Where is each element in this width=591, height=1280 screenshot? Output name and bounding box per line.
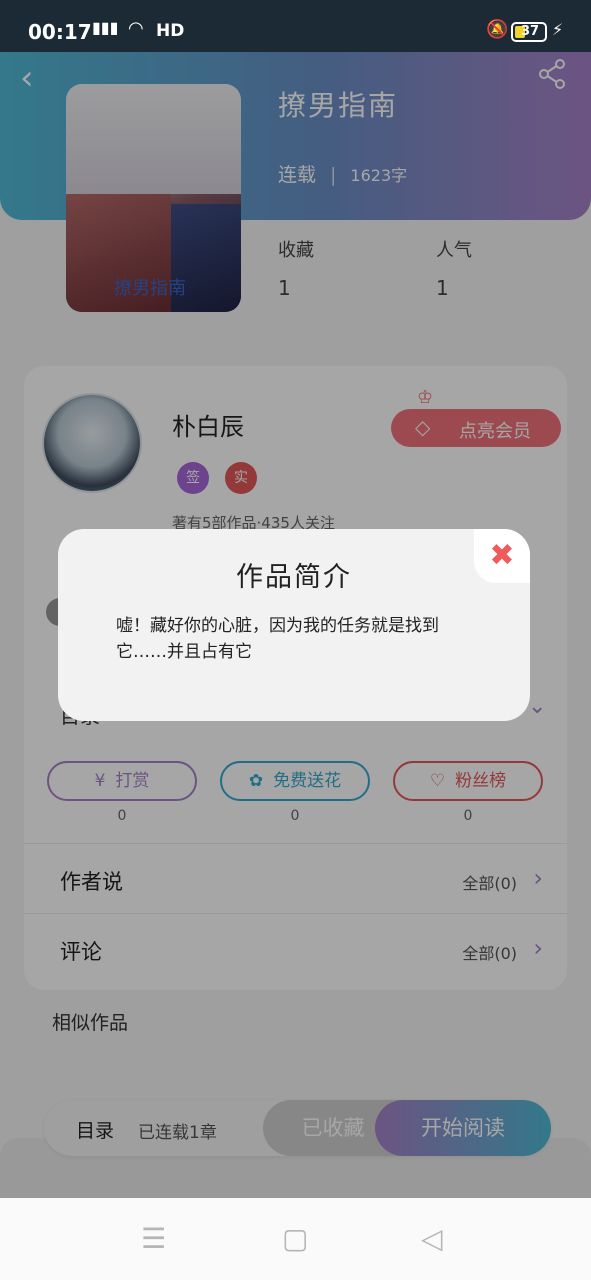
- hd-indicator: HD: [156, 21, 185, 41]
- signal-icon: ▮▮▮: [92, 18, 119, 37]
- modal-body: 嘘！藏好你的心脏，因为我的任务就是找到它……并且占有它: [116, 616, 439, 662]
- home-icon[interactable]: ▢: [282, 1222, 308, 1255]
- back-triangle-icon[interactable]: ◁: [421, 1222, 443, 1255]
- menu-icon[interactable]: ☰: [141, 1222, 166, 1255]
- battery-icon: 37: [511, 22, 547, 42]
- close-icon[interactable]: ✖: [474, 529, 530, 583]
- wifi-icon: ◠: [128, 18, 144, 39]
- synopsis-modal: 作品简介 嘘！藏好你的心脏，因为我的任务就是找到它……并且占有它: [58, 529, 530, 721]
- charging-icon: ⚡: [552, 20, 564, 39]
- modal-title: 作品简介: [236, 562, 352, 593]
- battery-level: 37: [521, 24, 540, 39]
- system-nav-bar: ☰ ▢ ◁: [0, 1198, 591, 1280]
- clock: 00:17: [28, 20, 92, 44]
- status-bar: 00:17 ▮▮▮ ◠ HD 🔕 37 ⚡: [0, 0, 591, 52]
- mute-icon: 🔕: [486, 19, 509, 40]
